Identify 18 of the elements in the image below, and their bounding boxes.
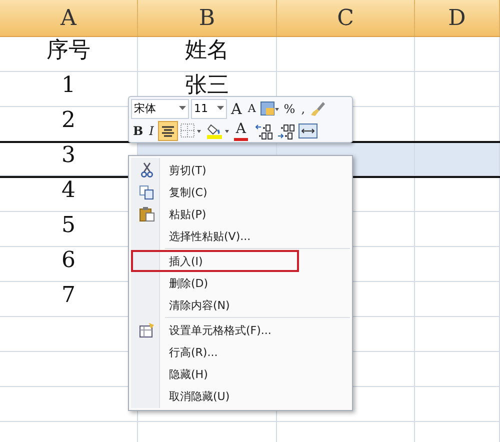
font-color-button[interactable]: A	[234, 120, 248, 140]
menu-item[interactable]: 隐藏(H)	[131, 363, 299, 385]
menu-item[interactable]: 插入(I)	[131, 250, 299, 272]
table-cell: 序号	[0, 37, 138, 72]
column-header[interactable]: A	[0, 0, 138, 36]
column-header[interactable]: C	[277, 0, 415, 36]
number-format-button[interactable]: %	[282, 98, 298, 118]
column-header[interactable]: D	[415, 0, 500, 36]
column-header[interactable]: B	[138, 0, 277, 36]
menu-item[interactable]: 取消隐藏(U)	[131, 385, 299, 407]
font-dropdown[interactable]: 宋体	[131, 98, 189, 118]
bold-button[interactable]: B	[131, 120, 146, 140]
menu-item[interactable]: 行高(R)...	[131, 341, 299, 363]
number-format-button[interactable]: ,	[299, 98, 308, 118]
table-cell: 姓名	[138, 37, 277, 72]
size-dropdown[interactable]: 11	[191, 98, 227, 118]
italic-button[interactable]: I	[147, 120, 156, 140]
menu-item[interactable]: 设置单元格格式(F)...	[131, 319, 299, 341]
